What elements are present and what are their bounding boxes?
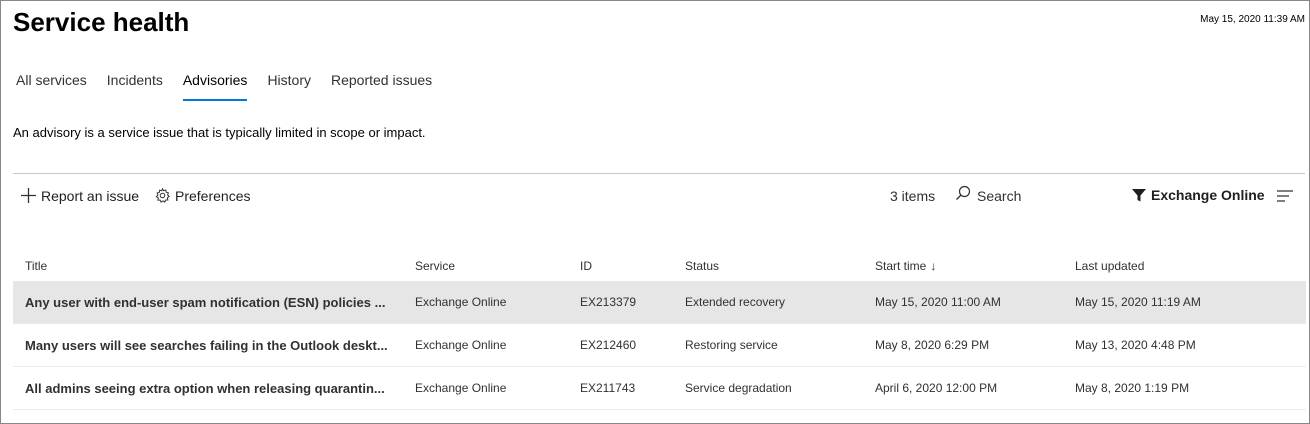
filter-icon (1131, 187, 1147, 203)
advisory-id: EX212460 (568, 323, 673, 367)
advisory-title[interactable]: All admins seeing extra option when rele… (13, 366, 403, 410)
advisory-start-time: May 8, 2020 6:29 PM (863, 323, 1063, 367)
advisory-service: Exchange Online (403, 281, 568, 324)
table-row[interactable]: All admins seeing extra option when rele… (13, 366, 1306, 410)
advisory-status: Restoring service (673, 323, 863, 367)
items-count: 3 items (890, 188, 936, 204)
tab-advisories[interactable]: Advisories (182, 72, 248, 101)
search-box[interactable] (955, 185, 1097, 206)
lines-menu-icon (1276, 190, 1294, 207)
view-options-button[interactable] (1276, 189, 1294, 208)
service-health-panel: Service health May 15, 2020 11:39 AM All… (0, 0, 1310, 424)
advisory-service: Exchange Online (403, 366, 568, 410)
tab-reported-issues[interactable]: Reported issues (331, 72, 432, 101)
advisory-last-updated: May 13, 2020 4:48 PM (1063, 323, 1306, 367)
column-header-service[interactable]: Service (403, 251, 568, 281)
table-row[interactable]: Many users will see searches failing in … (13, 323, 1306, 367)
service-filter-button[interactable]: Exchange Online (1131, 187, 1265, 203)
advisory-service: Exchange Online (403, 323, 568, 367)
gear-icon (154, 187, 171, 204)
sort-descending-icon: ↓ (930, 259, 937, 273)
column-header-last-updated[interactable]: Last updated (1063, 251, 1306, 281)
column-header-start-time[interactable]: Start time ↓ (863, 251, 1063, 281)
search-icon (955, 185, 971, 206)
column-header-title[interactable]: Title (13, 251, 403, 281)
column-header-status[interactable]: Status (673, 251, 863, 281)
page-title: Service health (13, 7, 190, 37)
table-row[interactable]: Any user with end-user spam notification… (13, 281, 1306, 324)
advisories-table: Title Service ID Status Start time ↓ Last… (13, 251, 1306, 410)
start-time-label: Start time (875, 259, 927, 273)
refresh-timestamp: May 15, 2020 11:39 AM (1200, 14, 1305, 25)
table-header-row: Title Service ID Status Start time ↓ Last… (13, 251, 1306, 281)
search-input[interactable] (977, 187, 1097, 204)
advisory-title[interactable]: Many users will see searches failing in … (13, 323, 403, 367)
tab-history[interactable]: History (267, 72, 311, 101)
service-filter-label: Exchange Online (1151, 187, 1265, 203)
preferences-label: Preferences (175, 187, 251, 204)
plus-icon (20, 187, 37, 204)
section-divider (13, 173, 1305, 174)
page-description: An advisory is a service issue that is t… (13, 125, 426, 140)
report-issue-label: Report an issue (41, 187, 140, 204)
advisory-status: Service degradation (673, 366, 863, 410)
preferences-button[interactable]: Preferences (154, 187, 250, 204)
advisory-last-updated: May 8, 2020 1:19 PM (1063, 366, 1306, 410)
advisory-title[interactable]: Any user with end-user spam notification… (13, 281, 403, 324)
advisory-start-time: April 6, 2020 12:00 PM (863, 366, 1063, 410)
advisory-id: EX211743 (568, 366, 673, 410)
advisory-id: EX213379 (568, 281, 673, 324)
advisory-last-updated: May 15, 2020 11:19 AM (1063, 281, 1306, 324)
tab-incidents[interactable]: Incidents (107, 72, 163, 101)
tab-all-services[interactable]: All services (16, 72, 87, 101)
advisory-start-time: May 15, 2020 11:00 AM (863, 281, 1063, 324)
advisory-status: Extended recovery (673, 281, 863, 324)
tab-bar: All services Incidents Advisories Histor… (16, 72, 452, 102)
column-header-id[interactable]: ID (568, 251, 673, 281)
report-issue-button[interactable]: Report an issue (20, 187, 139, 204)
